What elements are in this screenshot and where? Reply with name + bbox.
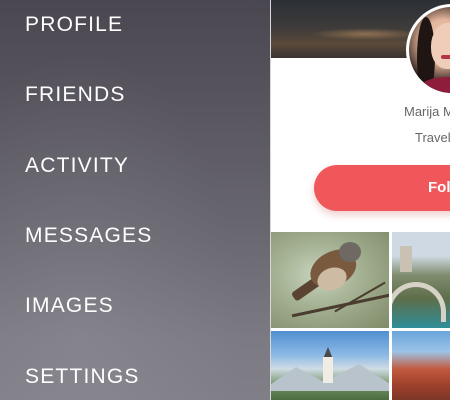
photo-rooftops[interactable] bbox=[392, 331, 450, 400]
bridge-arch bbox=[392, 282, 446, 322]
profile-role: Travel bbox=[415, 130, 450, 145]
branch-shape bbox=[291, 293, 389, 318]
menu-item-profile[interactable]: PROFILE bbox=[25, 3, 255, 47]
profile-name: Marija M bbox=[404, 104, 450, 119]
cover-sunset-glow bbox=[311, 28, 421, 40]
photo-sparrow[interactable] bbox=[271, 232, 389, 328]
menu-item-activity[interactable]: ACTIVITY bbox=[25, 144, 255, 188]
menu-item-friends[interactable]: FRIENDS bbox=[25, 73, 255, 117]
avatar-lips bbox=[441, 55, 450, 59]
church-tower bbox=[323, 357, 333, 383]
menu-item-messages[interactable]: MESSAGES bbox=[25, 214, 255, 258]
menu-item-images[interactable]: IMAGES bbox=[25, 284, 255, 328]
bridge-tower bbox=[400, 246, 412, 272]
follow-button[interactable]: Fol bbox=[314, 165, 450, 211]
photo-church[interactable] bbox=[271, 331, 389, 400]
menu-item-settings[interactable]: SETTINGS bbox=[25, 355, 255, 399]
side-menu: PROFILE FRIENDS ACTIVITY MESSAGES IMAGES… bbox=[0, 0, 270, 400]
photo-bridge[interactable] bbox=[392, 232, 450, 328]
profile-panel: Marija M Travel Fol bbox=[270, 0, 450, 400]
bird-head bbox=[339, 242, 361, 262]
